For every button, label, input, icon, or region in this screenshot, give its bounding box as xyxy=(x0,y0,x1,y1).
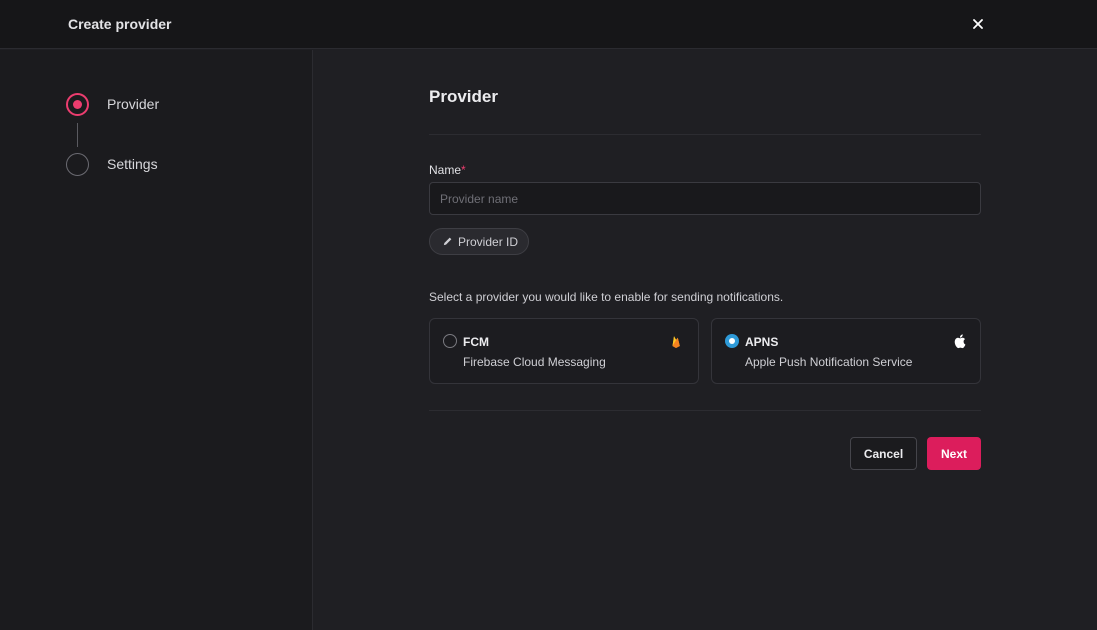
apple-icon xyxy=(954,334,966,349)
provider-id-button[interactable]: Provider ID xyxy=(429,228,530,255)
next-button[interactable]: Next xyxy=(927,437,981,470)
required-marker: * xyxy=(461,163,466,177)
pencil-icon xyxy=(443,237,452,246)
name-label: Name* xyxy=(429,163,466,177)
provider-option-fcm[interactable]: FCM Firebase Cloud Messaging xyxy=(429,318,699,384)
divider xyxy=(429,134,981,135)
step-label: Settings xyxy=(107,156,158,172)
name-label-text: Name xyxy=(429,163,462,177)
modal-title: Create provider xyxy=(68,16,172,32)
radio-fcm[interactable] xyxy=(443,334,457,348)
close-icon xyxy=(973,19,983,29)
provider-id-label: Provider ID xyxy=(458,234,519,249)
provider-name-input[interactable] xyxy=(429,182,981,215)
cancel-button[interactable]: Cancel xyxy=(850,437,917,470)
provider-subtitle: Firebase Cloud Messaging xyxy=(463,355,606,369)
step-provider[interactable]: Provider xyxy=(66,92,159,116)
firebase-icon xyxy=(672,336,680,348)
step-label: Provider xyxy=(107,96,160,112)
step-settings[interactable]: Settings xyxy=(66,152,158,176)
provider-title: APNS xyxy=(745,335,779,349)
provider-subtitle: Apple Push Notification Service xyxy=(745,355,913,369)
step-connector xyxy=(77,123,78,147)
divider xyxy=(429,410,981,411)
step-indicator-active xyxy=(66,92,89,116)
modal-header: Create provider xyxy=(0,0,1097,49)
provider-title: FCM xyxy=(463,335,489,349)
provider-option-apns[interactable]: APNS Apple Push Notification Service xyxy=(711,318,981,384)
step-indicator xyxy=(66,152,89,176)
section-title: Provider xyxy=(429,87,498,106)
provider-hint: Select a provider you would like to enab… xyxy=(429,290,784,304)
radio-apns[interactable] xyxy=(725,334,739,348)
close-button[interactable] xyxy=(968,14,988,34)
wizard-sidebar xyxy=(0,50,313,630)
